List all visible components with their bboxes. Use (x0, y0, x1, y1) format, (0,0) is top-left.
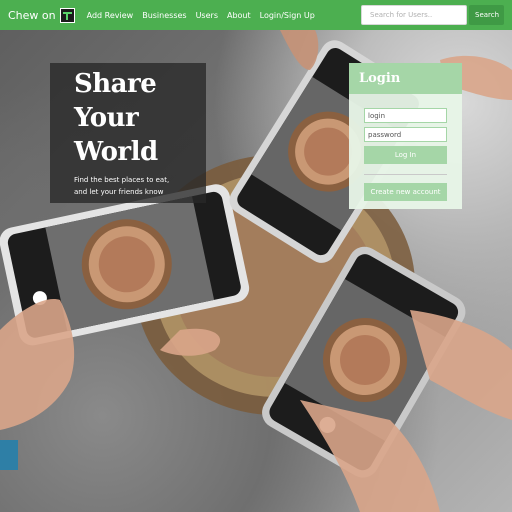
username-field[interactable] (364, 108, 447, 123)
brand-link[interactable]: Chew on (8, 7, 75, 23)
login-header: Login (349, 63, 462, 94)
search-input[interactable] (361, 5, 467, 25)
hero-headline: Share Your World (74, 69, 158, 167)
nav-link-users[interactable]: Users (196, 11, 218, 20)
login-title: Login (359, 71, 401, 86)
password-field[interactable] (364, 127, 447, 142)
login-button[interactable]: Log In (364, 146, 447, 164)
nav-link-login-signup[interactable]: Login/Sign Up (260, 11, 315, 20)
headline-panel: Share Your World Find the best places to… (50, 63, 206, 203)
nav-links: Add Review Businesses Users About Login/… (87, 11, 324, 20)
navbar: Chew on Add Review Businesses Users Abou… (0, 0, 512, 30)
login-card: Login Log In Create new account (349, 63, 462, 209)
hero-subtext: Find the best places to eat, and let you… (74, 176, 170, 196)
nav-link-add-review[interactable]: Add Review (87, 11, 134, 20)
search-form: Search (361, 5, 504, 25)
brand-logo-icon (59, 7, 75, 23)
create-account-button[interactable]: Create new account (364, 183, 447, 201)
brand-text: Chew on (8, 8, 56, 22)
search-button[interactable]: Search (469, 5, 504, 25)
nav-link-businesses[interactable]: Businesses (142, 11, 186, 20)
login-form: Log In Create new account (349, 94, 462, 201)
login-divider (364, 174, 447, 175)
nav-link-about[interactable]: About (227, 11, 251, 20)
